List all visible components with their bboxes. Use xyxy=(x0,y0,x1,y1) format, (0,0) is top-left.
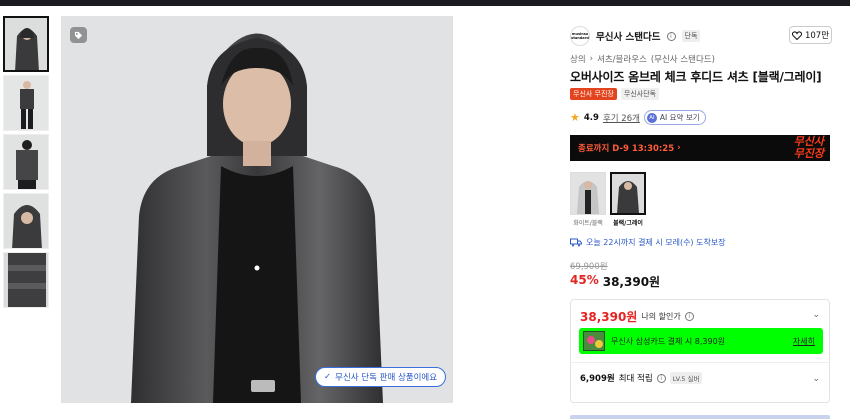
points-label: 최대 적립 xyxy=(618,374,653,384)
main-product-image: ✓ 무신사 단독 판매 상품이에요 xyxy=(61,16,453,403)
info-icon[interactable]: i xyxy=(684,312,694,321)
option-label: 화이트/블랙 xyxy=(573,220,603,227)
discount-rate: 45% xyxy=(570,273,599,287)
card-detail-link[interactable]: 자세히 xyxy=(793,336,815,347)
bottom-action-bar[interactable] xyxy=(570,415,830,419)
star-icon: ★ xyxy=(570,111,580,124)
heart-icon xyxy=(791,30,802,40)
option-label: 블랙/그레이 xyxy=(613,220,643,227)
breadcrumb-item-1[interactable]: 셔츠/블라우스 xyxy=(597,53,647,65)
truck-icon xyxy=(570,238,582,247)
option-image xyxy=(610,172,646,215)
countdown-text: 종료까지 D-9 13:30:25 xyxy=(578,144,675,154)
points-row[interactable]: 6,909원 최대 적립 i LV.5 실버 xyxy=(580,372,703,384)
check-icon: ✓ xyxy=(324,372,332,382)
brand-row[interactable]: musinsa standard 무신사 스탠다드 i 단독 xyxy=(570,26,701,46)
chevron-right-icon: › xyxy=(589,54,594,64)
info-icon[interactable]: i xyxy=(666,31,676,41)
top-bar xyxy=(0,0,850,6)
my-price-label: 나의 할인가 xyxy=(641,312,681,321)
exclusive-badge: ✓ 무신사 단독 판매 상품이에요 xyxy=(315,367,447,387)
sale-badge: 무신사 무진장 xyxy=(570,88,617,100)
product-badges: 무신사 무진장 무신사단독 xyxy=(570,88,660,100)
chevron-right-icon: › xyxy=(674,143,681,153)
event-logo: 무신사 무진장 xyxy=(794,136,824,160)
color-options: 화이트/블랙 블랙/그레이 xyxy=(570,172,646,227)
my-price-value: 38,390원 xyxy=(580,310,638,324)
sale-price: 38,390원 xyxy=(602,275,661,289)
brand-logo: musinsa standard xyxy=(570,26,590,46)
price-row: 45% 38,390원 xyxy=(570,273,660,290)
delivery-text: 오늘 22시까지 결제 시 모레(수) 도착보장 xyxy=(586,238,726,247)
rating-row: ★ 4.9 후기 26개 AI AI 요약 보기 xyxy=(570,110,706,125)
brand-name[interactable]: 무신사 스탠다드 xyxy=(596,29,661,43)
benefit-box: 38,390원 나의 할인가 i ⌄ 무신사 삼성카드 결제 시 8,390원 … xyxy=(570,299,830,403)
thumbnail-4[interactable] xyxy=(3,193,49,249)
thumbnail-list xyxy=(3,16,51,311)
my-price-row[interactable]: 38,390원 나의 할인가 i xyxy=(580,308,694,325)
product-title: 오버사이즈 옴브레 체크 후디드 셔츠 [블랙/그레이] xyxy=(570,70,822,84)
chevron-down-icon[interactable]: ⌄ xyxy=(812,374,820,384)
delivery-info: 오늘 22시까지 결제 시 모레(수) 도착보장 xyxy=(570,237,726,248)
option-image xyxy=(570,172,606,215)
thumbnail-3[interactable] xyxy=(3,134,49,190)
thumbnail-1[interactable] xyxy=(3,16,49,72)
points-value: 6,909원 xyxy=(580,374,615,384)
original-price: 69,900원 xyxy=(570,262,608,272)
option-black-grey[interactable]: 블랙/그레이 xyxy=(610,172,646,227)
brand-exclusive-badge: 단독 xyxy=(681,30,701,42)
divider xyxy=(571,362,829,363)
chevron-down-icon[interactable]: ⌄ xyxy=(812,310,820,320)
option-white-black[interactable]: 화이트/블랙 xyxy=(570,172,606,227)
card-promo-text: 무신사 삼성카드 결제 시 8,390원 xyxy=(611,336,726,346)
breadcrumb: 상의 › 셔츠/블라우스 (무신사 스탠다드) xyxy=(570,53,715,65)
exclusive-badge-small: 무신사단독 xyxy=(620,88,660,100)
ai-summary-button[interactable]: AI AI 요약 보기 xyxy=(643,110,706,125)
breadcrumb-item-2[interactable]: (무신사 스탠다드) xyxy=(651,53,715,65)
rating-score: 4.9 xyxy=(583,112,599,123)
info-icon[interactable]: i xyxy=(656,373,666,383)
like-button[interactable]: 107만 xyxy=(789,26,832,44)
thumbnail-2[interactable] xyxy=(3,75,49,131)
exclusive-label: 무신사 단독 판매 상품이에요 xyxy=(335,373,438,383)
review-link[interactable]: 후기 26개 xyxy=(603,112,640,124)
thumbnail-5[interactable] xyxy=(3,252,49,308)
ai-icon: AI xyxy=(646,112,657,123)
card-promo-banner[interactable]: 무신사 삼성카드 결제 시 8,390원 자세히 xyxy=(579,328,823,354)
event-logo-line2: 무진장 xyxy=(793,147,824,160)
level-badge: LV.5 실버 xyxy=(669,372,703,384)
countdown-banner[interactable]: 종료까지 D-9 13:30:25 › 무신사 무진장 xyxy=(570,135,830,161)
ai-summary-label: AI 요약 보기 xyxy=(659,113,700,122)
breadcrumb-item-0[interactable]: 상의 xyxy=(570,53,586,65)
card-image xyxy=(583,331,605,351)
tag-icon[interactable] xyxy=(70,27,87,43)
like-count: 107만 xyxy=(804,31,830,41)
